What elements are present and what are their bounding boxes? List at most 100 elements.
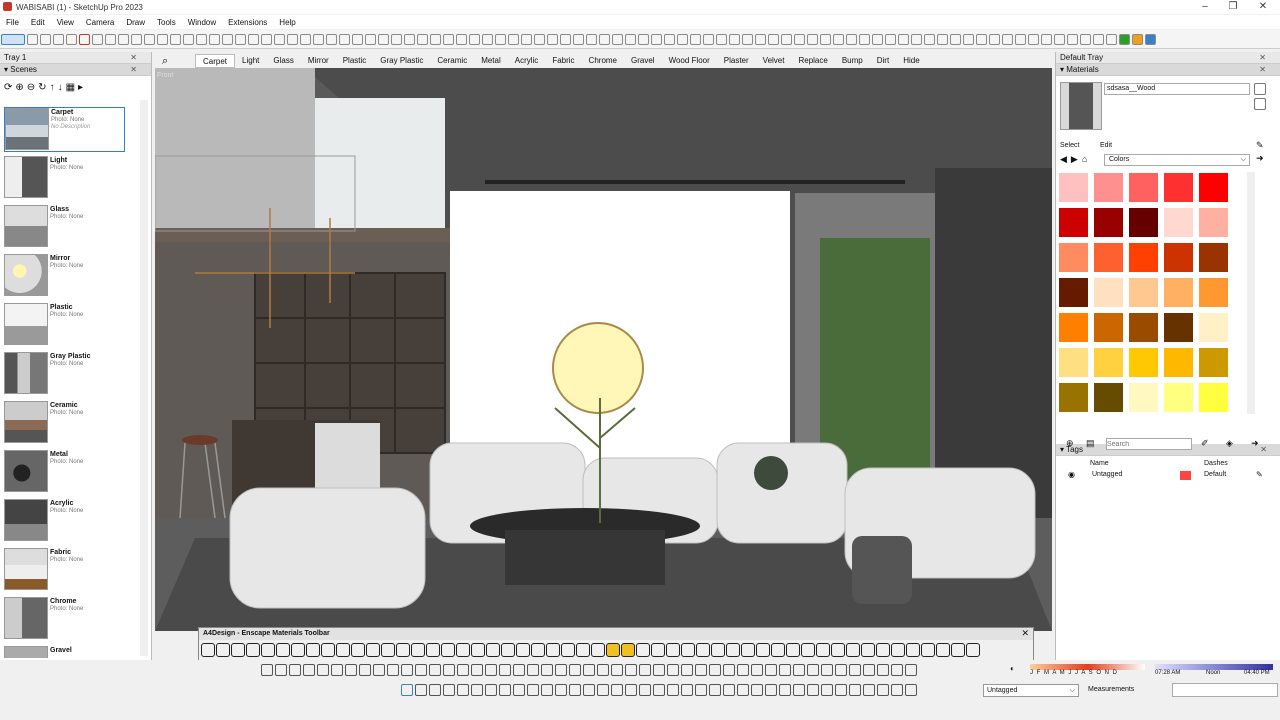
tool-icon[interactable] [849, 664, 861, 676]
color-swatch[interactable] [1128, 242, 1159, 273]
material-icon[interactable] [666, 643, 680, 657]
tool-icon[interactable] [170, 34, 181, 45]
tool-icon[interactable] [625, 684, 637, 696]
color-swatch[interactable] [1128, 312, 1159, 343]
edit-tag-icon[interactable]: ✎ [1256, 470, 1263, 479]
color-swatch[interactable] [1198, 312, 1229, 343]
tool-icon[interactable] [779, 684, 791, 696]
tab-velvet[interactable]: Velvet [756, 54, 792, 68]
tool-icon[interactable] [751, 664, 763, 676]
tool-icon[interactable] [303, 664, 315, 676]
material-icon[interactable] [531, 643, 545, 657]
tool-icon[interactable] [373, 664, 385, 676]
tool-icon[interactable] [846, 34, 857, 45]
tool-icon[interactable] [653, 664, 665, 676]
tool-icon[interactable] [541, 684, 553, 696]
tool-icon[interactable] [222, 34, 233, 45]
tab-fabric[interactable]: Fabric [545, 54, 581, 68]
material-icon[interactable] [681, 643, 695, 657]
tool-icon[interactable] [391, 34, 402, 45]
tool-icon[interactable] [651, 34, 662, 45]
scene-item-gray-plastic[interactable]: Gray Plastic Photo: None [4, 352, 125, 397]
color-swatch[interactable] [1058, 207, 1089, 238]
tool-icon[interactable] [317, 664, 329, 676]
material-icon[interactable] [336, 643, 350, 657]
tool-icon[interactable] [508, 34, 519, 45]
material-icon[interactable] [231, 643, 245, 657]
tool-icon[interactable] [534, 34, 545, 45]
tool-icon[interactable] [989, 34, 1000, 45]
color-swatch[interactable] [1093, 277, 1124, 308]
color-swatch[interactable] [1198, 172, 1229, 203]
color-swatch[interactable] [1163, 207, 1194, 238]
material-icon[interactable] [426, 643, 440, 657]
paint-bucket-icon[interactable] [1254, 98, 1266, 110]
material-icon[interactable] [696, 643, 710, 657]
tool-icon[interactable] [443, 34, 454, 45]
material-icon[interactable] [486, 643, 500, 657]
tool-icon[interactable] [695, 664, 707, 676]
color-swatch[interactable] [1128, 347, 1159, 378]
add-tag-icon[interactable]: ⊕ [1066, 438, 1074, 449]
tool-icon[interactable] [92, 34, 103, 45]
tool-icon[interactable] [781, 34, 792, 45]
tool-icon[interactable] [261, 664, 273, 676]
tool-icon[interactable] [513, 684, 525, 696]
tray-close-icon[interactable]: ✕ [130, 52, 137, 64]
tool-icon[interactable] [105, 34, 116, 45]
tags-close-icon[interactable]: ✕ [1260, 444, 1267, 456]
shadows-icon[interactable]: ◐ [1010, 664, 1020, 676]
tool-icon[interactable] [443, 664, 455, 676]
tool-icon[interactable] [891, 684, 903, 696]
tool-icon[interactable] [482, 34, 493, 45]
color-swatch[interactable] [1058, 172, 1089, 203]
scene-item-plastic[interactable]: Plastic Photo: None [4, 303, 125, 348]
library-select[interactable]: Colors ⌵ [1104, 154, 1250, 166]
material-icon[interactable] [756, 643, 770, 657]
tab-wood-floor[interactable]: Wood Floor [662, 54, 717, 68]
scene-item-light[interactable]: Light Photo: None [4, 156, 125, 201]
material-icon[interactable] [816, 643, 830, 657]
tool-icon[interactable] [765, 684, 777, 696]
tool-icon[interactable] [331, 664, 343, 676]
materials-close-icon[interactable]: ✕ [1259, 64, 1266, 76]
tool-icon[interactable] [313, 34, 324, 45]
tool-icon[interactable] [976, 34, 987, 45]
tool-icon[interactable] [723, 664, 735, 676]
tool-icon[interactable] [1067, 34, 1078, 45]
tool-icon[interactable] [807, 664, 819, 676]
minimize-button[interactable]: – [1190, 0, 1220, 14]
material-icon[interactable] [546, 643, 560, 657]
tool-icon[interactable] [821, 684, 833, 696]
color-swatch[interactable] [1163, 172, 1194, 203]
color-swatch[interactable] [1128, 382, 1159, 413]
color-swatch[interactable] [1093, 382, 1124, 413]
tool-icon[interactable] [863, 684, 875, 696]
tool-icon[interactable] [709, 664, 721, 676]
material-icon[interactable] [366, 643, 380, 657]
material-icon[interactable] [321, 643, 335, 657]
scene-item-glass[interactable]: Glass Photo: None [4, 205, 125, 250]
tool-icon[interactable] [905, 684, 917, 696]
create-material-icon[interactable] [1254, 83, 1266, 95]
color-swatch[interactable] [1093, 172, 1124, 203]
material-icon[interactable] [441, 643, 455, 657]
material-icon[interactable] [276, 643, 290, 657]
tool-icon[interactable] [1041, 34, 1052, 45]
material-icon[interactable] [471, 643, 485, 657]
tool-icon[interactable] [275, 664, 287, 676]
tab-ceramic[interactable]: Ceramic [430, 54, 474, 68]
tool-icon[interactable] [289, 664, 301, 676]
tool-icon[interactable] [737, 684, 749, 696]
move-up-icon[interactable]: ↑ [50, 82, 58, 93]
tool-icon[interactable] [639, 684, 651, 696]
tool-icon[interactable] [471, 684, 483, 696]
color-swatch[interactable] [1128, 277, 1159, 308]
tool-icon[interactable] [597, 664, 609, 676]
scene-item-carpet[interactable]: Carpet Photo: None No Description [4, 107, 125, 152]
visibility-eye-icon[interactable]: ◉ [1068, 470, 1075, 479]
tab-plaster[interactable]: Plaster [717, 54, 756, 68]
trophy-icon[interactable] [606, 643, 620, 657]
tool-icon[interactable] [555, 684, 567, 696]
tool-icon[interactable] [681, 664, 693, 676]
